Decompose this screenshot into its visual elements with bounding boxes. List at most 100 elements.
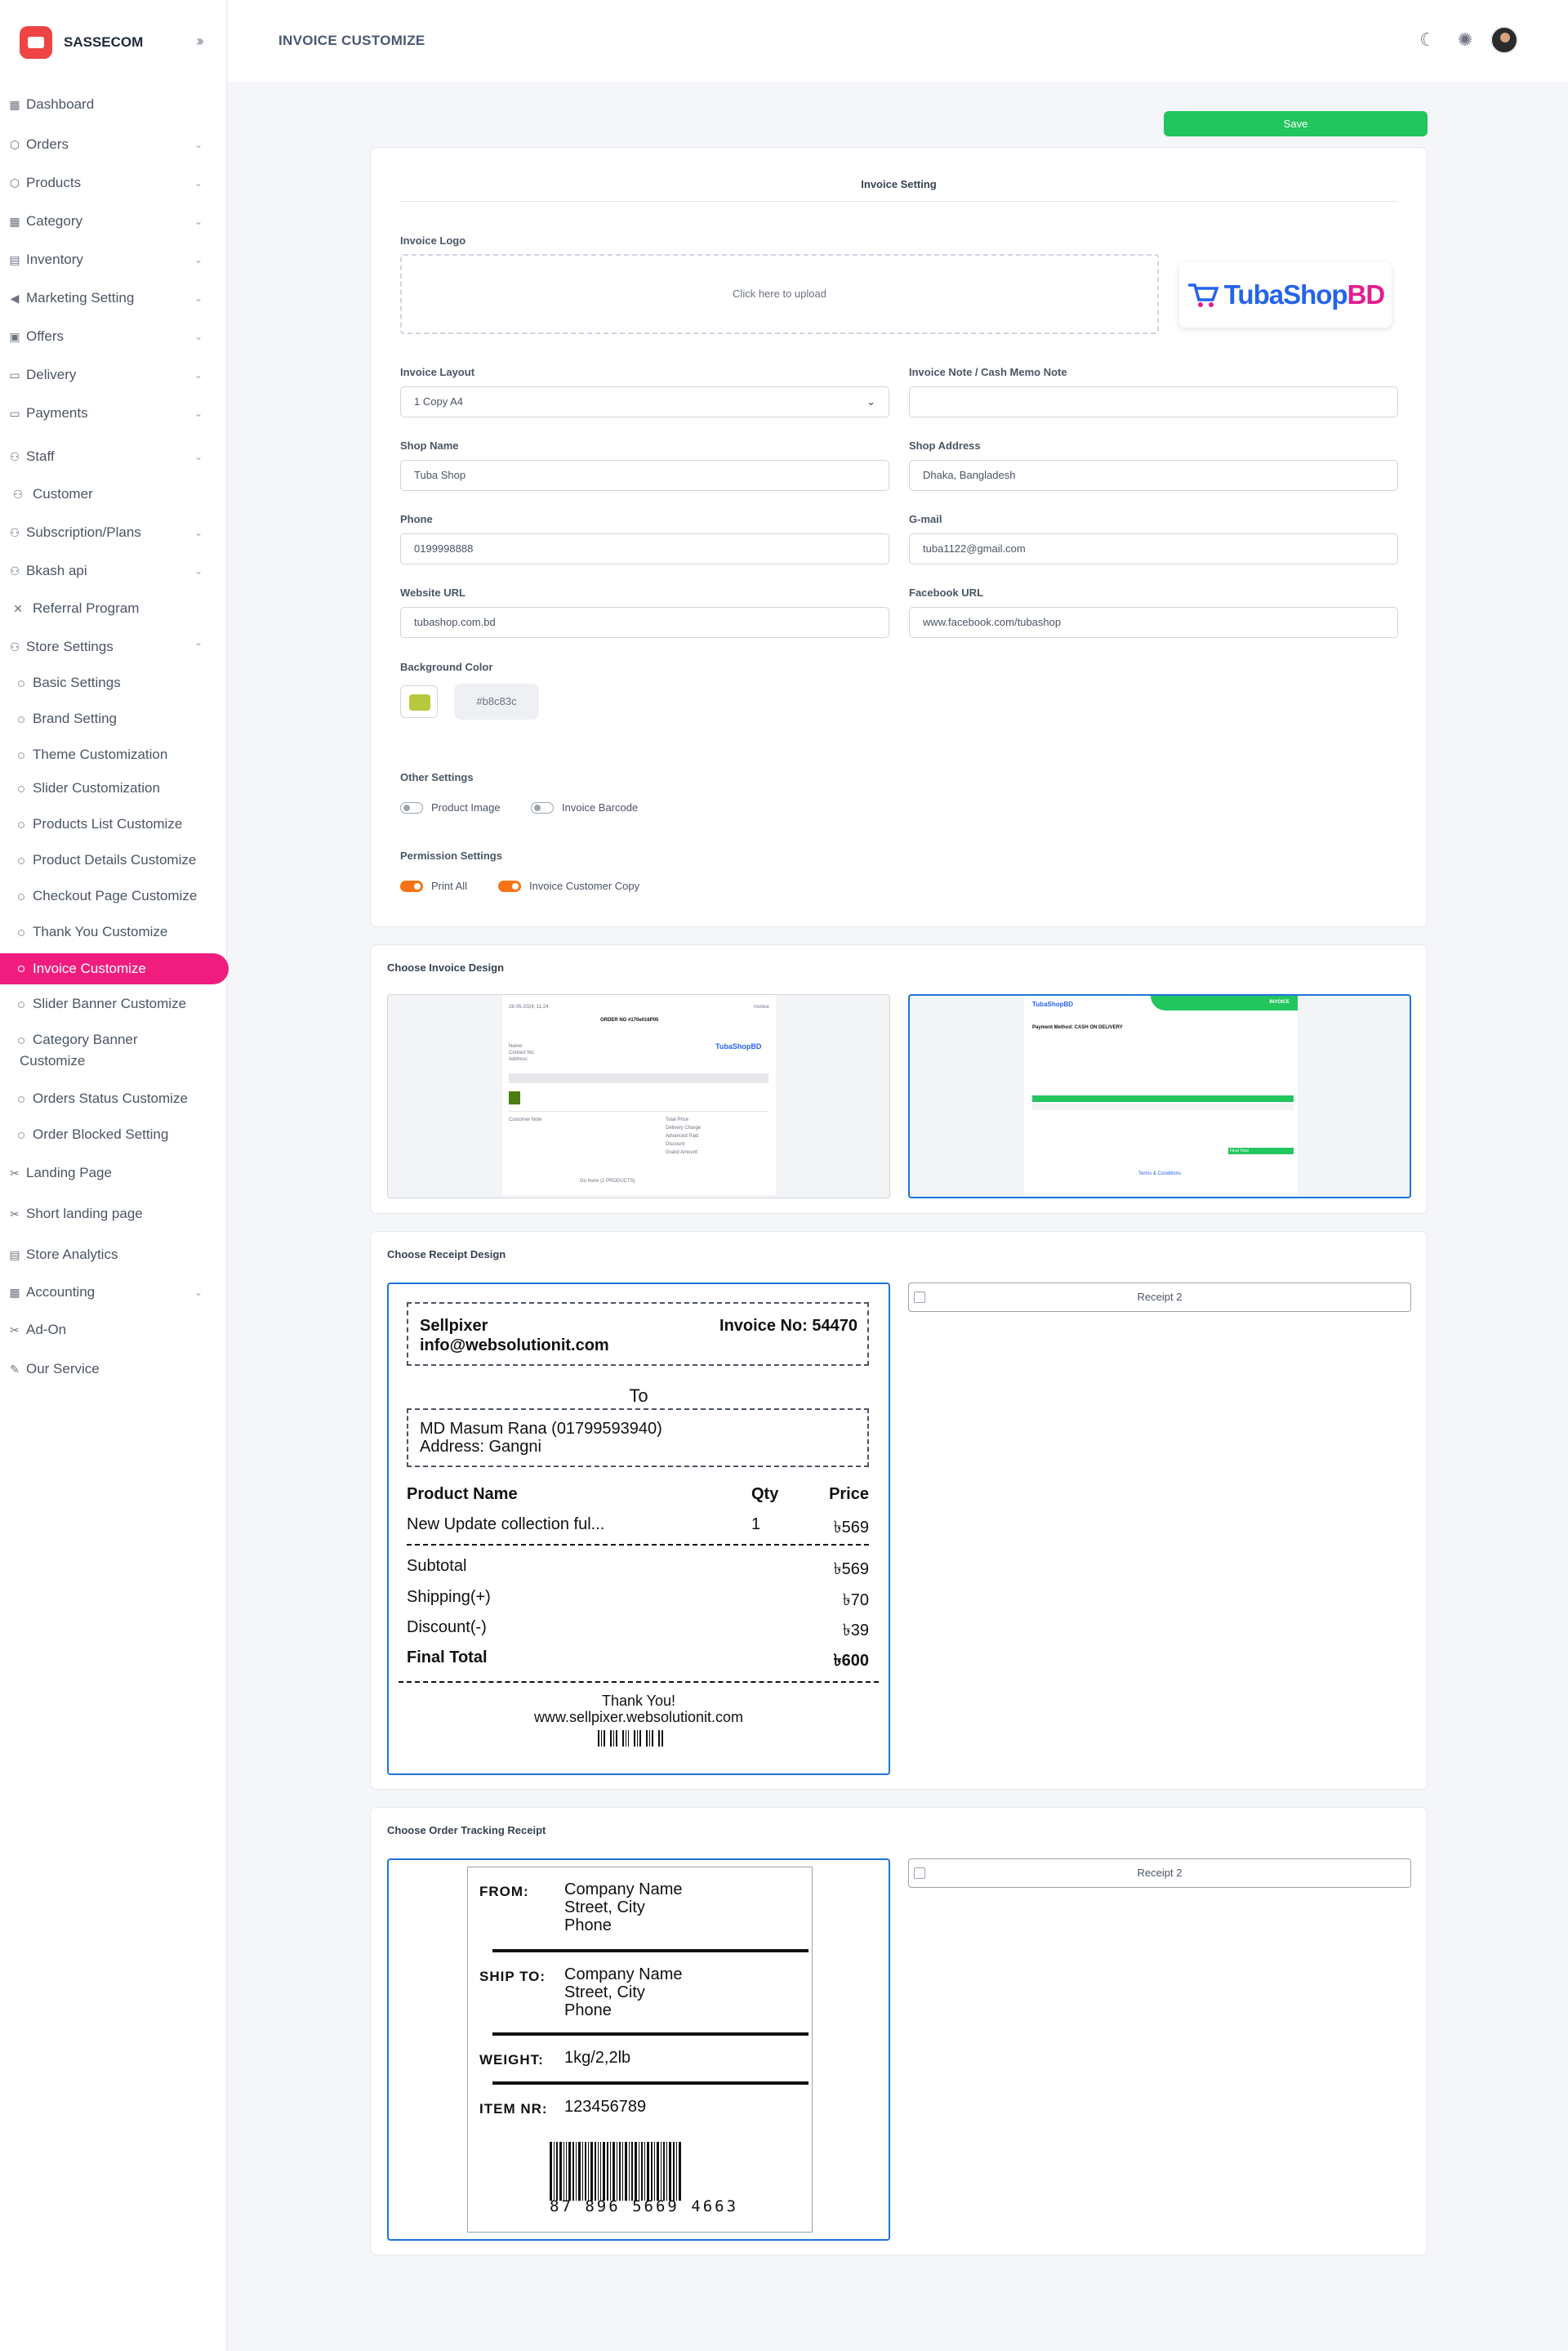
receipt-discount: ৳39: [842, 1622, 869, 1639]
sub-item-brand-setting[interactable]: Brand Setting: [18, 710, 117, 728]
invoice-design-option-1[interactable]: 28-05-2024, 11:24 Invoice ORDER NO #170e…: [387, 994, 890, 1198]
dot-icon: [18, 680, 24, 687]
sidebar-item-products[interactable]: ⬡ Products ⌄: [0, 173, 227, 193]
settings-icon: ⚇: [9, 640, 20, 654]
sub-item-thank-you-customize[interactable]: Thank You Customize: [18, 923, 167, 941]
chevron-down-icon: ⌄: [194, 331, 203, 342]
sidebar-item-marketing[interactable]: ◀ Marketing Setting ⌄: [0, 288, 227, 308]
chevron-down-icon: ⌄: [866, 395, 875, 408]
sidebar-item-orders[interactable]: ⬡ Orders ⌄: [0, 135, 227, 154]
invoice-note-input[interactable]: [909, 386, 1398, 417]
invoice-design-title: Choose Invoice Design: [387, 961, 505, 974]
sidebar-item-staff[interactable]: ⚇ Staff ⌄: [0, 447, 227, 466]
sidebar-item-referral[interactable]: ✕ Referral Program: [0, 599, 227, 618]
facebook-input[interactable]: www.facebook.com/tubashop: [909, 607, 1398, 638]
tracking-barcode-icon: [550, 2142, 683, 2201]
sidebar-item-delivery[interactable]: ▭ Delivery ⌄: [0, 365, 227, 385]
sidebar-item-store-settings[interactable]: ⚇ Store Settings ⌃: [0, 637, 227, 657]
website-input[interactable]: tubashop.com.bd: [400, 607, 889, 638]
sidebar-item-offers[interactable]: ▣ Offers ⌄: [0, 327, 227, 346]
receipt-item-qty: 1: [751, 1515, 761, 1533]
save-button[interactable]: Save: [1164, 111, 1428, 136]
sidebar-item-accounting[interactable]: ▦ Accounting ⌄: [0, 1283, 227, 1302]
invoice-logo-label: Invoice Logo: [400, 234, 466, 247]
receipt-item-name: New Update collection ful...: [407, 1515, 605, 1533]
ship-to-label: SHIP TO:: [479, 1969, 546, 1984]
sidebar-item-landing-page[interactable]: ✂ Landing Page: [0, 1163, 227, 1183]
receipt-design-option-1[interactable]: Sellpixer info@websolutionit.com Invoice…: [387, 1283, 890, 1775]
sub-item-products-list-customize[interactable]: Products List Customize: [18, 815, 182, 833]
cube-icon: ⬡: [9, 176, 20, 190]
from-label: FROM:: [479, 1884, 529, 1899]
sub-item-slider-customization[interactable]: Slider Customization: [18, 779, 160, 797]
tool-icon: ✂: [10, 1166, 20, 1180]
avatar[interactable]: [1490, 26, 1518, 54]
dot-icon: [18, 716, 24, 723]
logo-upload-dropzone[interactable]: Click here to upload: [400, 254, 1159, 334]
ship-to-line-3: Phone: [564, 2001, 612, 2019]
facebook-label: Facebook URL: [909, 587, 984, 599]
gear-icon[interactable]: ✺: [1454, 29, 1476, 51]
sub-item-orders-status-customize[interactable]: Orders Status Customize: [18, 1090, 188, 1108]
moon-icon[interactable]: ☾: [1417, 29, 1438, 51]
brand[interactable]: SASSECOM: [20, 26, 143, 59]
sidebar-item-subscription[interactable]: ⚇ Subscription/Plans ⌄: [0, 523, 227, 542]
color-swatch[interactable]: [400, 685, 438, 718]
receipt-final-label: Final Total: [407, 1648, 488, 1666]
product-image-toggle[interactable]: Product Image: [400, 801, 501, 814]
receipt-design-option-2[interactable]: Receipt 2: [908, 1283, 1411, 1312]
invoice-design-option-2[interactable]: INVOICE TubaShopBD Payment Method: CASH …: [908, 994, 1411, 1198]
shop-name-label: Shop Name: [400, 439, 459, 452]
invoice-setting-card: Invoice Setting Invoice Logo Click here …: [370, 147, 1428, 927]
sidebar-item-category[interactable]: ▦ Category ⌄: [0, 212, 227, 231]
chevron-down-icon: ⌄: [194, 254, 203, 265]
inventory-icon: ▤: [9, 252, 20, 266]
logo-text: TubaShopBD: [1223, 279, 1386, 310]
dot-icon: [18, 1001, 24, 1008]
invoice-layout-select[interactable]: 1 Copy A4 ⌄: [400, 386, 889, 417]
sub-item-category-banner[interactable]: Category Banner: [18, 1031, 138, 1049]
topbar: INVOICE CUSTOMIZE ☾ ✺: [228, 0, 1568, 82]
sidebar-item-ad-on[interactable]: ✂ Ad-On: [0, 1320, 227, 1340]
collapse-sidebar-icon[interactable]: ›››: [196, 33, 204, 50]
sidebar-item-store-analytics[interactable]: ▤ Store Analytics: [0, 1245, 227, 1265]
sub-item-invoice-customize[interactable]: Invoice Customize: [0, 953, 229, 984]
item-nr-value: 123456789: [564, 2098, 647, 2116]
gmail-label: G-mail: [909, 513, 942, 525]
sidebar-item-short-landing[interactable]: ✂ Short landing page: [0, 1204, 227, 1224]
sidebar-item-inventory[interactable]: ▤ Inventory ⌄: [0, 250, 227, 270]
sub-item-basic-settings[interactable]: Basic Settings: [18, 674, 121, 692]
box-icon: ⬡: [9, 137, 20, 151]
sidebar-item-bkash[interactable]: ⚇ Bkash api ⌄: [0, 561, 227, 581]
dot-icon: [18, 1037, 24, 1044]
tracking-receipt-option-2[interactable]: Receipt 2: [908, 1858, 1411, 1888]
sub-item-category-banner-line2[interactable]: Customize: [20, 1052, 85, 1070]
sub-item-slider-banner-customize[interactable]: Slider Banner Customize: [18, 995, 186, 1013]
sub-item-order-blocked-setting[interactable]: Order Blocked Setting: [18, 1126, 168, 1144]
shop-name-input[interactable]: Tuba Shop: [400, 460, 889, 491]
receipt-col-product: Product Name: [407, 1485, 518, 1503]
gmail-input[interactable]: tuba1122@gmail.com: [909, 533, 1398, 564]
sidebar-item-customer[interactable]: ⚇ Customer: [0, 484, 227, 504]
tracking-receipt-option-1[interactable]: FROM: Company Name Street, City Phone SH…: [387, 1858, 890, 2241]
megaphone-icon: ◀: [10, 291, 20, 305]
sub-item-checkout-page-customize[interactable]: Checkout Page Customize: [18, 887, 197, 905]
sub-item-theme-customization[interactable]: Theme Customization: [18, 746, 167, 759]
from-line-2: Street, City: [564, 1898, 645, 1916]
chevron-down-icon: ⌄: [194, 369, 203, 381]
shop-address-input[interactable]: Dhaka, Bangladesh: [909, 460, 1398, 491]
dot-icon: [18, 929, 24, 936]
sidebar-item-our-service[interactable]: ✎ Our Service: [0, 1359, 227, 1379]
sub-item-product-details-customize[interactable]: Product Details Customize: [18, 851, 196, 869]
receipt-shipping: ৳70: [842, 1591, 869, 1609]
print-all-toggle[interactable]: Print All: [400, 880, 467, 892]
shop-address-label: Shop Address: [909, 439, 981, 452]
invoice-barcode-toggle[interactable]: Invoice Barcode: [531, 801, 638, 814]
phone-input[interactable]: 0199998888: [400, 533, 889, 564]
sidebar-item-payments[interactable]: ▭ Payments ⌄: [0, 404, 227, 423]
addon-icon: ✂: [10, 1323, 20, 1336]
color-hex-value[interactable]: #b8c83c: [454, 684, 539, 720]
customer-copy-toggle[interactable]: Invoice Customer Copy: [498, 880, 639, 892]
sidebar-item-dashboard[interactable]: ▦ Dashboard: [0, 95, 227, 114]
receipt-col-qty: Qty: [751, 1485, 779, 1503]
